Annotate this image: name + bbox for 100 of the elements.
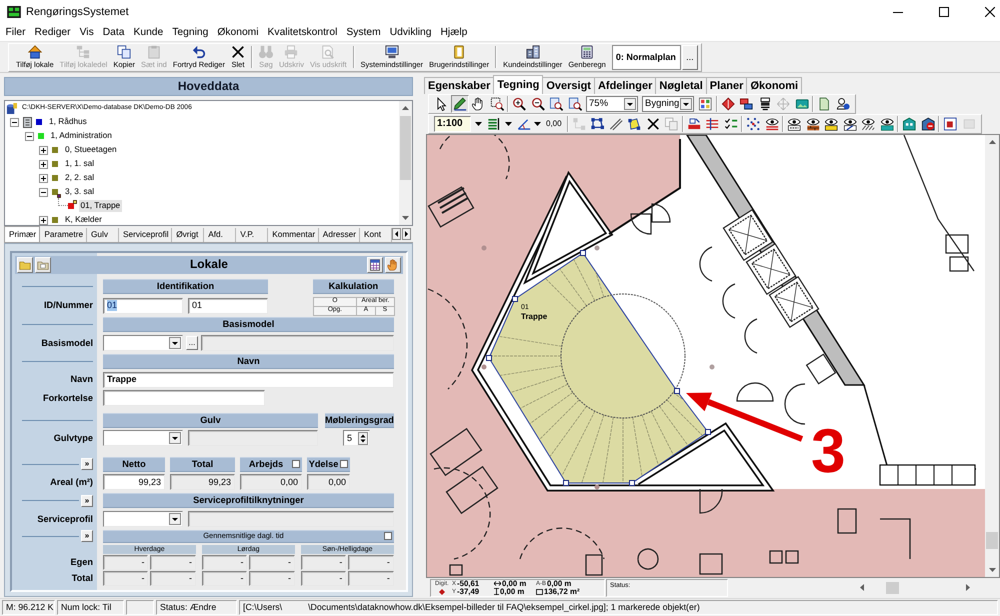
service-profile-field[interactable] (188, 511, 394, 527)
tree-item[interactable]: 1, Rådhus (47, 116, 89, 128)
time-field[interactable]: - (150, 554, 196, 570)
area-field[interactable]: 0,00 (240, 474, 302, 490)
menu-item[interactable]: Data (98, 26, 129, 38)
scrollbar-thumb[interactable] (400, 116, 411, 180)
tab[interactable]: Gulv (86, 228, 119, 242)
zoom-page-icon[interactable] (547, 95, 566, 113)
checkbox[interactable] (340, 460, 348, 468)
time-field[interactable]: - (249, 554, 295, 570)
tree-item[interactable]: 3, 3. sal (63, 186, 96, 198)
tab[interactable]: Serviceprofil (118, 228, 172, 242)
tree-item[interactable]: 1, Administration (48, 130, 114, 142)
spin-arrows-icon[interactable] (358, 432, 368, 444)
close-icon[interactable] (985, 7, 995, 17)
collapse-icon[interactable] (39, 188, 48, 196)
tree-item[interactable]: K, Kælder (63, 214, 104, 225)
area-field[interactable]: 99,23 (103, 474, 165, 490)
time-field[interactable]: - (202, 554, 248, 570)
floor-description-field[interactable] (188, 430, 318, 446)
menu-item[interactable]: Tegning (168, 26, 213, 38)
selection-handle[interactable] (486, 355, 492, 361)
tree-item[interactable]: 01, Trappe (78, 200, 122, 212)
down-arrow-icon[interactable] (402, 216, 409, 220)
tab[interactable]: Økonomi (746, 77, 802, 94)
expand-button[interactable]: » (81, 494, 93, 506)
selection-handle[interactable] (512, 296, 518, 302)
expand-icon[interactable] (39, 216, 48, 224)
selection-handle[interactable] (563, 480, 569, 486)
menu-item[interactable]: Kvalitetskontrol (263, 26, 342, 38)
service-profile-dropdown[interactable] (103, 511, 183, 527)
time-field[interactable]: - (103, 570, 148, 586)
base-model-field[interactable] (201, 335, 394, 351)
expand-icon[interactable] (39, 174, 48, 182)
furnishing-spinner[interactable]: 5 (343, 430, 370, 446)
browse-button[interactable]: ... (186, 336, 198, 350)
menu-item[interactable]: Vis (75, 26, 98, 38)
tree-item[interactable]: 0, Stueetagen (63, 144, 119, 156)
left-arrow-icon[interactable] (392, 228, 401, 240)
tree-item[interactable]: 2, 2. sal (63, 172, 96, 184)
tab[interactable]: Primær (4, 226, 40, 242)
caret-icon[interactable] (504, 122, 512, 126)
abbreviation-field[interactable] (103, 390, 265, 406)
tab[interactable]: Øvrigt (172, 228, 204, 242)
dropdown[interactable]: 75% (586, 96, 638, 112)
folder-icon[interactable] (35, 257, 51, 273)
menu-item[interactable]: Rediger (30, 26, 76, 38)
zoom-in-icon[interactable] (510, 95, 528, 113)
id-field[interactable]: 01 (103, 298, 183, 314)
tab[interactable]: Tegning (493, 75, 544, 94)
selection-handle[interactable] (580, 250, 586, 256)
dropdown[interactable]: Bygning (642, 96, 694, 112)
up-arrow-icon[interactable] (402, 106, 409, 110)
name-field[interactable]: Trappe (103, 372, 394, 388)
time-field[interactable]: - (300, 554, 346, 570)
menu-item[interactable]: Hjælp (436, 26, 472, 38)
menu-item[interactable]: Kunde (128, 26, 168, 38)
selection-handle[interactable] (705, 429, 711, 435)
menu-item[interactable]: System (342, 26, 386, 38)
scrollbar-thumb[interactable] (986, 532, 998, 549)
down-arrow-icon[interactable] (988, 568, 996, 572)
checkbox[interactable] (384, 532, 392, 540)
maximize-icon[interactable] (939, 7, 949, 17)
collapse-icon[interactable] (24, 132, 34, 140)
tab[interactable]: Egenskaber (424, 77, 494, 94)
tab[interactable]: V.P. (236, 228, 268, 242)
expand-icon[interactable] (39, 160, 48, 168)
expand-icon[interactable] (39, 146, 48, 154)
base-model-dropdown[interactable] (103, 335, 183, 351)
menu-item[interactable]: Økonomi (212, 26, 264, 38)
checkbox[interactable] (292, 460, 300, 468)
id-field[interactable]: 01 (188, 298, 268, 314)
caret-icon[interactable] (534, 122, 541, 126)
calculator-icon[interactable] (366, 257, 383, 273)
selection-handle[interactable] (674, 388, 680, 394)
time-field[interactable]: - (348, 554, 394, 570)
time-field[interactable]: - (150, 570, 196, 586)
browse-button[interactable]: ... (682, 44, 698, 70)
time-field[interactable]: - (202, 570, 248, 586)
selection-handle[interactable] (629, 480, 635, 486)
right-arrow-icon[interactable] (402, 228, 411, 240)
color-grid-icon[interactable] (696, 95, 714, 113)
tab[interactable]: Adresser (318, 228, 360, 242)
menu-item[interactable]: Filer (1, 26, 30, 38)
tab[interactable]: Afd. (204, 228, 236, 242)
expand-button[interactable]: » (81, 530, 93, 542)
menu-item[interactable]: Udvikling (385, 26, 436, 38)
tab[interactable]: Oversigt (542, 77, 595, 94)
area-field[interactable]: 0,00 (307, 474, 350, 490)
tree-item[interactable]: 1, 1. sal (63, 158, 96, 170)
plan-dropdown[interactable]: 0: Normalplan (612, 44, 681, 70)
time-field[interactable]: - (249, 570, 295, 586)
tab[interactable]: Nøgletal (655, 77, 707, 94)
time-field[interactable]: - (103, 554, 148, 570)
area-field[interactable]: 99,23 (170, 474, 235, 490)
collapse-icon[interactable] (10, 118, 19, 126)
time-field[interactable]: - (348, 570, 394, 586)
vertical-scrollbar[interactable] (399, 101, 412, 225)
floor-type-dropdown[interactable] (103, 430, 183, 446)
pencil-icon[interactable] (450, 95, 469, 113)
